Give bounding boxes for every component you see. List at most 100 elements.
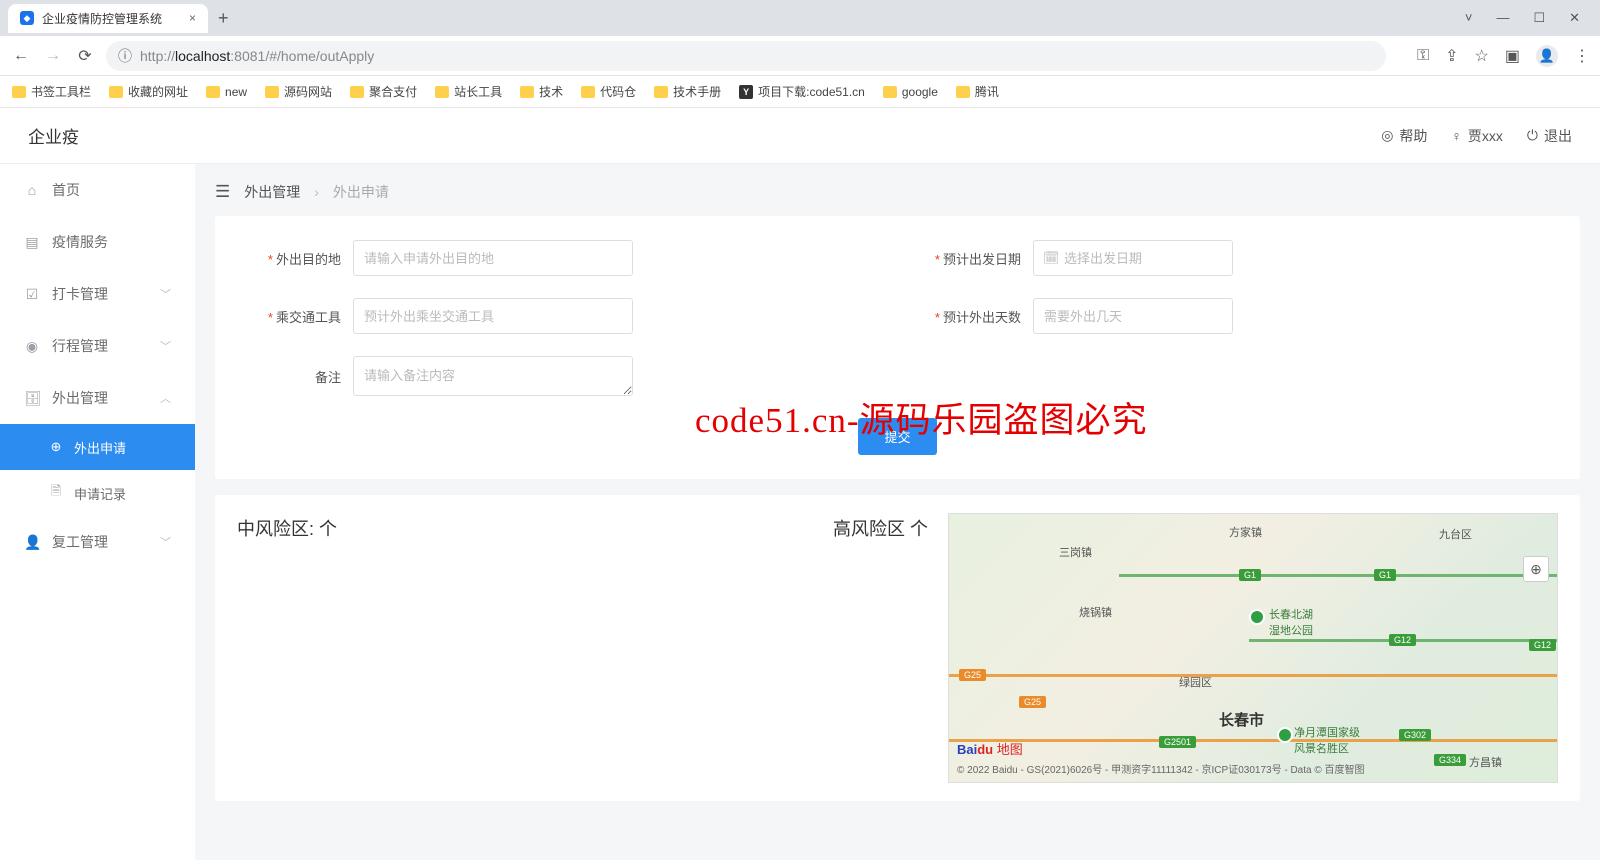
folder-icon — [435, 86, 449, 98]
doc-icon: 🗎 — [48, 482, 64, 504]
input-vehicle[interactable] — [353, 298, 633, 334]
map-locate-button[interactable]: ⊕ — [1523, 556, 1549, 582]
chevron-down-icon: ﹀ — [160, 534, 171, 550]
close-icon[interactable]: × — [189, 11, 196, 25]
input-note[interactable] — [353, 356, 633, 396]
tab-bar: ◆ 企业疫情防控管理系统 × + ˅ — ☐ ✕ — [0, 0, 1600, 36]
maximize-icon[interactable]: ☐ — [1533, 10, 1545, 26]
label-destination: *外出目的地 — [233, 249, 353, 268]
profile-icon[interactable]: 👤 — [1536, 45, 1558, 67]
info-icon: ⓘ — [118, 46, 132, 66]
mid-risk-label: 中风险区: 个 — [237, 515, 337, 783]
bookmark[interactable]: 书签工具栏 — [12, 83, 91, 100]
share-icon[interactable]: ⇪ — [1445, 46, 1458, 66]
sidebar-item-trip[interactable]: ◉行程管理﹀ — [0, 320, 195, 372]
sidebar-sub-out-apply[interactable]: ⊕外出申请 — [0, 424, 195, 470]
map-marker-icon — [1277, 727, 1293, 743]
bookmark[interactable]: 代码仓 — [581, 83, 636, 100]
close-window-icon[interactable]: ✕ — [1569, 10, 1580, 26]
plus-icon: ⊕ — [48, 439, 64, 455]
folder-icon — [109, 86, 123, 98]
back-button[interactable]: ← — [10, 47, 32, 65]
folder-icon — [350, 86, 364, 98]
star-icon[interactable]: ☆ — [1475, 46, 1489, 66]
menu-icon[interactable]: ⋮ — [1574, 46, 1590, 66]
chevron-down-icon: ﹀ — [160, 286, 171, 302]
logout-icon: ⏻ — [1527, 127, 1538, 144]
minimize-icon[interactable]: — — [1496, 10, 1509, 26]
sidebar-sub-out-record[interactable]: 🗎申请记录 — [0, 470, 195, 516]
site-icon: Y — [739, 85, 753, 99]
breadcrumb: ☰ 外出管理 › 外出申请 — [215, 182, 1580, 202]
input-days[interactable] — [1033, 298, 1233, 334]
bookmark[interactable]: Y项目下载:code51.cn — [739, 83, 865, 100]
reload-button[interactable]: ⟳ — [74, 46, 96, 66]
bookmark[interactable]: 技术 — [520, 83, 563, 100]
sidebar-item-out[interactable]: 🗄外出管理︿ — [0, 372, 195, 424]
sidebar-item-resume[interactable]: 👤复工管理﹀ — [0, 516, 195, 568]
folder-icon — [12, 86, 26, 98]
folder-icon — [581, 86, 595, 98]
folder-icon — [654, 86, 668, 98]
folder-icon — [520, 86, 534, 98]
sidebar: ⌂首页 ▤疫情服务 ☑打卡管理﹀ ◉行程管理﹀ 🗄外出管理︿ ⊕外出申请 🗎申请… — [0, 164, 195, 860]
app-header: 企业疫 ◎帮助 ♀贾xxx ⏻退出 — [0, 108, 1600, 164]
window-controls: ˅ — ☐ ✕ — [1465, 10, 1592, 26]
sidebar-item-home[interactable]: ⌂首页 — [0, 164, 195, 216]
chevron-down-icon: ﹀ — [160, 338, 171, 354]
bookmark[interactable]: 收藏的网址 — [109, 83, 188, 100]
bookmark[interactable]: 源码网站 — [265, 83, 332, 100]
address-bar: ← → ⟳ ⓘ http://localhost:8081/#/home/out… — [0, 36, 1600, 76]
url-input[interactable]: ⓘ http://localhost:8081/#/home/outApply — [106, 41, 1386, 71]
sidebar-item-epidemic[interactable]: ▤疫情服务 — [0, 216, 195, 268]
user-menu[interactable]: ♀贾xxx — [1451, 126, 1503, 146]
help-link[interactable]: ◎帮助 — [1381, 126, 1427, 146]
bookmark[interactable]: google — [883, 85, 938, 99]
map-copyright: © 2022 Baidu - GS(2021)6026号 - 甲测资字11111… — [957, 761, 1365, 776]
map-logo: Baidu 地图 — [957, 739, 1023, 758]
tab-title: 企业疫情防控管理系统 — [42, 10, 162, 27]
logout-link[interactable]: ⏻退出 — [1527, 126, 1572, 146]
map[interactable]: 三岗镇 烧锅镇 方家镇 九台区 绿园区 方昌镇 长春北湖 湿地公园 净月潭国家级… — [948, 513, 1558, 783]
folder-icon — [956, 86, 970, 98]
extensions-icon[interactable]: ▣ — [1505, 46, 1520, 66]
addr-actions: ⚿ ⇪ ☆ ▣ 👤 ⋮ — [1417, 45, 1590, 67]
bookmark[interactable]: 站长工具 — [435, 83, 502, 100]
shield-icon: ◆ — [20, 11, 34, 25]
label-vehicle: *乘交通工具 — [233, 307, 353, 326]
breadcrumb-item[interactable]: 外出管理 — [244, 182, 300, 202]
bookmark[interactable]: 聚合支付 — [350, 83, 417, 100]
label-days: *预计外出天数 — [913, 307, 1033, 326]
user-icon: 👤 — [24, 534, 40, 551]
sidebar-item-checkin[interactable]: ☑打卡管理﹀ — [0, 268, 195, 320]
submit-button[interactable]: 提交 — [858, 418, 936, 455]
high-risk-label: 高风险区 个 — [833, 515, 928, 783]
bookmark[interactable]: 腾讯 — [956, 83, 999, 100]
input-date[interactable] — [1033, 240, 1233, 276]
check-icon: ☑ — [24, 286, 40, 303]
pin-icon: ◉ — [24, 338, 40, 355]
menu-toggle-icon[interactable]: ☰ — [215, 182, 230, 202]
input-destination[interactable] — [353, 240, 633, 276]
bookmark[interactable]: 技术手册 — [654, 83, 721, 100]
breadcrumb-current: 外出申请 — [333, 182, 389, 202]
app-logo: 企业疫 — [28, 123, 79, 148]
calendar-icon: 🗓 — [1043, 250, 1060, 266]
label-date: *预计出发日期 — [913, 249, 1033, 268]
monitor-icon: ▤ — [24, 234, 40, 251]
bookmarks-bar: 书签工具栏 收藏的网址 new 源码网站 聚合支付 站长工具 技术 代码仓 技术… — [0, 76, 1600, 108]
form-card: *外出目的地 *预计出发日期 🗓 *乘交通工具 — [215, 216, 1580, 479]
risk-card: 中风险区: 个 高风险区 个 三岗镇 烧锅镇 方家镇 九台区 绿园区 — [215, 495, 1580, 801]
bookmark[interactable]: new — [206, 85, 247, 99]
map-marker-icon — [1249, 609, 1265, 625]
browser-tab[interactable]: ◆ 企业疫情防控管理系统 × — [8, 4, 208, 33]
chevron-down-icon[interactable]: ˅ — [1465, 10, 1473, 26]
new-tab-button[interactable]: + — [218, 8, 229, 29]
chevron-right-icon: › — [314, 184, 319, 200]
key-icon[interactable]: ⚿ — [1417, 47, 1429, 65]
main-content: ☰ 外出管理 › 外出申请 *外出目的地 *预计出发日期 🗓 — [195, 164, 1600, 860]
forward-button[interactable]: → — [42, 47, 64, 65]
label-note: 备注 — [233, 367, 353, 386]
app: 企业疫 ◎帮助 ♀贾xxx ⏻退出 ⌂首页 ▤疫情服务 ☑打卡管理﹀ ◉行程管理… — [0, 108, 1600, 860]
browser-chrome: ◆ 企业疫情防控管理系统 × + ˅ — ☐ ✕ ← → ⟳ ⓘ http://… — [0, 0, 1600, 108]
